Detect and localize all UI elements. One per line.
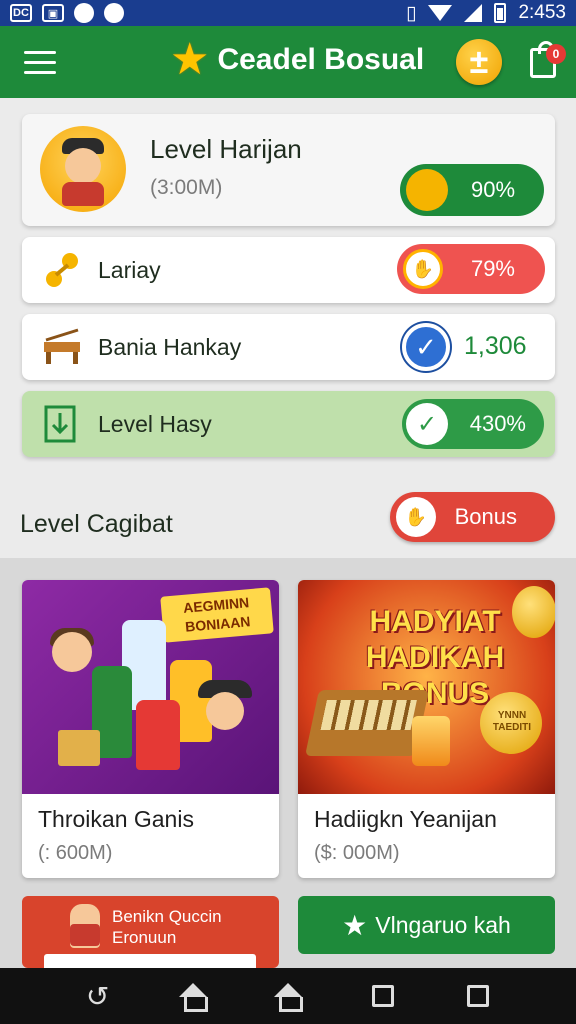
level-progress-value: 90% <box>470 177 516 202</box>
promo-banner: AEGMINN BONIAAN <box>160 587 274 643</box>
list-item-label: Bania Hankay <box>98 334 242 360</box>
home-icon[interactable] <box>178 981 208 1012</box>
bonus-button[interactable]: ✋ Bonus <box>390 492 555 542</box>
app-brand: ★ Ceadel Bosual <box>170 38 424 82</box>
person-icon <box>70 904 100 948</box>
hand-icon: ✋ <box>396 497 436 537</box>
switch-icon[interactable] <box>463 981 493 1011</box>
right-action-label: Vlngaruo kah <box>375 911 511 938</box>
back-icon[interactable]: ↺ <box>83 981 113 1012</box>
list-item-bania-hankay[interactable]: Bania Hankay ✓ 1,306 <box>22 314 555 380</box>
percent-value: 79% <box>470 256 515 281</box>
home-alt-icon[interactable] <box>273 981 303 1012</box>
recents-icon[interactable] <box>368 981 398 1011</box>
notification-icon: DC <box>10 4 32 22</box>
battery-icon <box>494 3 507 23</box>
check-icon: ✓ <box>406 403 448 445</box>
image-icon: ▣ <box>42 4 64 22</box>
signal-icon <box>464 4 483 22</box>
left-action-label: Benikn Quccin Eronuun <box>112 907 222 947</box>
list-item-level-hasy[interactable]: Level Hasy ✓ 430% <box>22 391 555 457</box>
right-action-button[interactable]: ★ Vlngaruo kah <box>298 896 555 954</box>
product-price: ($: 000M) <box>314 842 400 864</box>
jar-icon <box>136 700 180 770</box>
add-coins-button[interactable]: ± <box>456 39 502 85</box>
coin-label: YNNN TAEDITI <box>492 710 532 733</box>
star-icon: ★ <box>170 35 210 84</box>
level-title: Level Harijan <box>150 134 302 164</box>
menu-icon[interactable] <box>24 50 56 74</box>
product-name: Hadiigkn Yeanijan <box>314 806 497 832</box>
check-circle-icon: ✓ <box>402 323 450 371</box>
status-bar: DC ▣ ▯ 2:453 <box>0 0 576 26</box>
boy-icon <box>206 692 244 730</box>
link-icon <box>46 253 78 287</box>
section-title: Level Cagibat <box>20 510 173 538</box>
app-title: Ceadel Bosual <box>217 43 425 76</box>
product-card[interactable]: HADYIAT HADIKAH BONUS YNNN TAEDITI Hadii… <box>298 580 555 878</box>
percent-value: 430% <box>469 411 526 436</box>
avatar-mini-icon <box>406 169 448 211</box>
level-card[interactable]: Level Harijan (3:00M) 90% <box>22 114 555 226</box>
product-image: HADYIAT HADIKAH BONUS YNNN TAEDITI <box>298 580 555 794</box>
product-image: AEGMINN BONIAAN <box>22 580 279 794</box>
bonus-label: Bonus <box>454 504 517 529</box>
wifi-icon <box>428 5 453 21</box>
clock: 2:453 <box>518 2 566 23</box>
hand-icon: ✋ <box>403 249 443 289</box>
instrument-icon <box>304 690 430 756</box>
percent-pill[interactable]: ✓ 430% <box>402 399 544 449</box>
cart-badge: 0 <box>546 44 566 64</box>
bench-icon <box>44 328 80 364</box>
count-value: 1,306 <box>464 332 527 360</box>
vibrate-icon: ▯ <box>405 2 417 24</box>
level-progress-pill[interactable]: 90% <box>400 164 544 216</box>
product-price: (: 600M) <box>38 842 113 864</box>
star-icon: ★ <box>342 909 368 941</box>
left-action-button[interactable]: Benikn Quccin Eronuun <box>22 896 279 970</box>
app-header: ★ Ceadel Bosual ± 0 <box>0 26 576 98</box>
boy-icon <box>52 632 92 672</box>
app-icon <box>74 3 94 23</box>
system-nav-bar: ↺ <box>0 968 576 1024</box>
level-subtitle: (3:00M) <box>150 176 223 199</box>
download-doc-icon <box>44 405 76 443</box>
list-item-label: Level Hasy <box>98 411 212 437</box>
avatar <box>40 126 126 212</box>
percent-pill[interactable]: ✋ 79% <box>397 244 545 294</box>
list-item-label: Lariay <box>98 257 161 283</box>
list-item-lariay[interactable]: Lariay ✋ 79% <box>22 237 555 303</box>
crate-icon <box>58 730 100 766</box>
product-name: Throikan Ganis <box>38 806 194 832</box>
jar-icon <box>412 716 450 766</box>
product-card[interactable]: AEGMINN BONIAAN Throikan Ganis (: 600M) <box>22 580 279 878</box>
browser-icon <box>104 3 124 23</box>
